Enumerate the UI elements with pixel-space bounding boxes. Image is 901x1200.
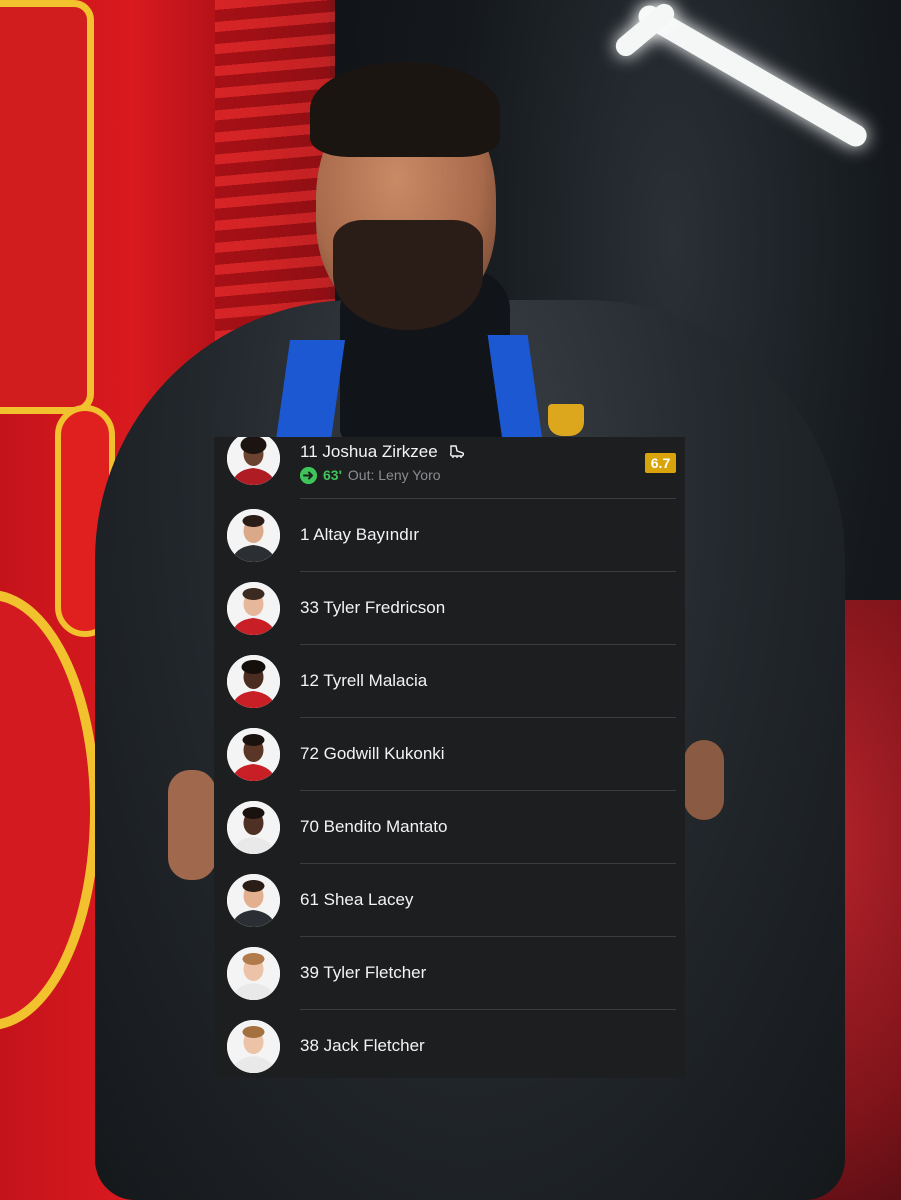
player-name: 11 Joshua Zirkzee — [300, 442, 466, 462]
player-avatar — [227, 582, 280, 635]
club-badge — [548, 404, 584, 436]
player-row[interactable]: 70 Bendito Mantato — [214, 791, 685, 864]
player-row[interactable]: 1 Altay Bayındır — [214, 499, 685, 572]
player-avatar — [227, 1020, 280, 1073]
player-avatar — [227, 728, 280, 781]
player-avatar — [227, 509, 280, 562]
coach-hand-left — [168, 770, 216, 880]
player-row[interactable]: 72 Godwill Kukonki — [214, 718, 685, 791]
sub-in-arrow-icon — [300, 466, 317, 484]
player-row-featured[interactable]: 11 Joshua Zirkzee 63' Out: Leny Yoro 6.7 — [214, 437, 685, 499]
player-avatar — [227, 801, 280, 854]
player-name: 12 Tyrell Malacia — [300, 671, 428, 690]
player-name: 39 Tyler Fletcher — [300, 963, 427, 982]
boot-icon — [448, 442, 466, 460]
player-row[interactable]: 61 Shea Lacey — [214, 864, 685, 937]
player-row[interactable]: 38 Jack Fletcher — [214, 1010, 685, 1078]
bench-list-panel: 11 Joshua Zirkzee 63' Out: Leny Yoro 6.7… — [214, 437, 685, 1078]
coach-beard — [333, 220, 483, 330]
substitution-info: 63' Out: Leny Yoro — [300, 466, 441, 484]
player-row[interactable]: 39 Tyler Fletcher — [214, 937, 685, 1010]
club-crest-band — [0, 0, 94, 414]
coach-hand-right — [684, 740, 724, 820]
player-name: 61 Shea Lacey — [300, 890, 414, 909]
sub-out-player: Out: Leny Yoro — [347, 467, 441, 483]
player-avatar — [227, 874, 280, 927]
player-name: 38 Jack Fletcher — [300, 1036, 425, 1055]
player-avatar — [227, 947, 280, 1000]
player-avatar — [227, 655, 280, 708]
player-avatar — [227, 437, 280, 485]
player-name: 72 Godwill Kukonki — [300, 744, 445, 763]
player-name-text: 11 Joshua Zirkzee — [300, 442, 438, 461]
player-rating-badge: 6.7 — [645, 453, 676, 473]
player-row[interactable]: 12 Tyrell Malacia — [214, 645, 685, 718]
player-name: 33 Tyler Fredricson — [300, 598, 446, 617]
player-name: 1 Altay Bayındır — [300, 525, 420, 544]
player-name: 70 Bendito Mantato — [300, 817, 448, 836]
coach-hair — [310, 62, 500, 157]
sub-minute: 63' — [323, 467, 342, 483]
player-row[interactable]: 33 Tyler Fredricson — [214, 572, 685, 645]
